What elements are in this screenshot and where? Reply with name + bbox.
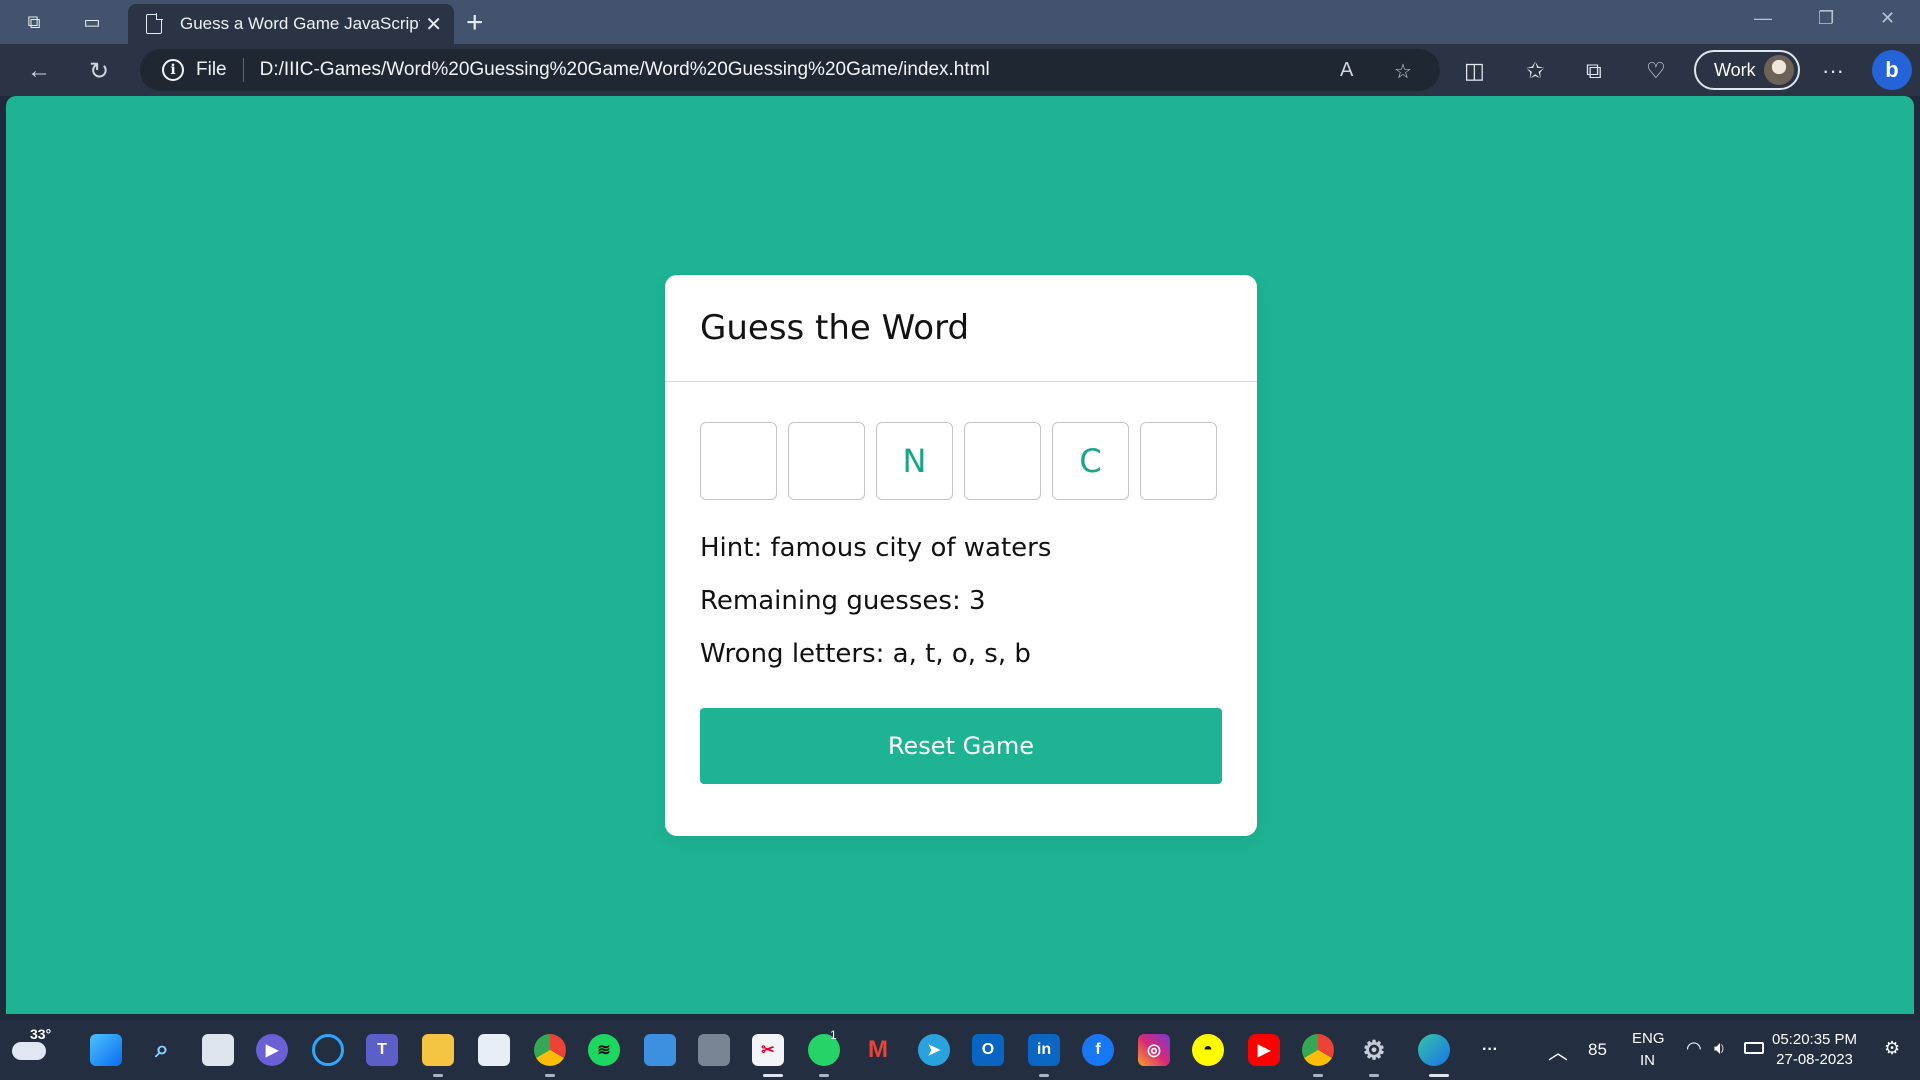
navigation-bar: ← ↻ i File D:/IIIC-Games/Word%20Guessing…: [0, 44, 1920, 96]
divider: [242, 58, 244, 82]
close-window-icon[interactable]: ✕: [1880, 8, 1895, 29]
linkedin-icon[interactable]: in: [1028, 1034, 1060, 1066]
teams-icon[interactable]: T: [366, 1034, 398, 1066]
wrong-letters-text: Wrong letters: a, t, o, s, b: [700, 639, 1031, 669]
collections-icon[interactable]: ⧉: [1586, 58, 1602, 84]
instagram-icon[interactable]: ◎: [1138, 1034, 1170, 1066]
avatar: [1764, 55, 1794, 85]
letter-box[interactable]: [964, 422, 1041, 500]
running-indicator: [819, 1074, 829, 1077]
hint-text: Hint: famous city of waters: [700, 533, 1052, 563]
running-indicator: [763, 1074, 783, 1077]
read-aloud-icon[interactable]: A: [1340, 59, 1353, 82]
snipping-tool-icon[interactable]: ✂: [752, 1034, 784, 1066]
tab-title: Guess a Word Game JavaScript |: [180, 14, 420, 33]
running-indicator: [1369, 1074, 1379, 1077]
spotify-icon[interactable]: ≋: [588, 1034, 620, 1066]
weather-widget[interactable]: 33°: [12, 1026, 51, 1060]
tab-actions-icon[interactable]: ▭: [78, 8, 106, 36]
language-top[interactable]: ENG: [1632, 1030, 1665, 1047]
back-icon[interactable]: ←: [24, 56, 54, 86]
split-screen-icon[interactable]: ◫: [1464, 58, 1485, 84]
wifi-icon[interactable]: ◠: [1686, 1038, 1702, 1059]
whatsapp-badge: 1: [830, 1028, 837, 1042]
running-indicator: [1039, 1074, 1049, 1077]
cloud-icon: [12, 1042, 46, 1060]
letter-box[interactable]: C: [1052, 422, 1129, 500]
clock[interactable]: 05:20:35 PM 27-08-2023: [1772, 1030, 1857, 1070]
letter-box[interactable]: [1140, 422, 1217, 500]
info-icon[interactable]: i: [162, 59, 184, 81]
file-explorer-icon[interactable]: [422, 1034, 454, 1066]
gmail-icon[interactable]: M: [862, 1034, 894, 1066]
clock-time: 05:20:35 PM: [1772, 1031, 1858, 1048]
cortana-icon[interactable]: [312, 1034, 344, 1066]
title-bar: ⧉ ▭ Guess a Word Game JavaScript | ✕ + —…: [0, 0, 1920, 44]
search-icon[interactable]: ⌕: [146, 1034, 178, 1066]
telegram-icon[interactable]: ➤: [918, 1034, 950, 1066]
running-indicator: [1313, 1074, 1323, 1077]
more-apps-icon[interactable]: ···: [1474, 1034, 1506, 1066]
close-tab-icon[interactable]: ✕: [425, 12, 442, 37]
bing-copilot-icon[interactable]: b: [1872, 50, 1912, 90]
profile-label: Work: [1714, 59, 1756, 80]
volume-icon[interactable]: 🔉︎: [1714, 1038, 1725, 1059]
browser-essentials-icon[interactable]: ♡: [1646, 58, 1666, 84]
weather-temp: 33°: [30, 1026, 52, 1042]
letter-box[interactable]: [788, 422, 865, 500]
running-indicator: [1429, 1074, 1449, 1077]
settings-icon[interactable]: ⚙: [1358, 1034, 1390, 1066]
url-text[interactable]: D:/IIIC-Games/Word%20Guessing%20Game/Wor…: [260, 59, 990, 81]
running-indicator: [433, 1074, 443, 1077]
snapchat-icon[interactable]: ◓: [1192, 1034, 1224, 1066]
notifications-icon[interactable]: ⚙: [1884, 1038, 1900, 1059]
clock-date: 27-08-2023: [1776, 1051, 1853, 1068]
restore-icon[interactable]: ❐: [1818, 8, 1834, 29]
show-hidden-icons[interactable]: ︿: [1548, 1036, 1568, 1065]
profile-button[interactable]: Work: [1694, 50, 1800, 90]
task-view-icon[interactable]: [202, 1034, 234, 1066]
chrome-profile-icon[interactable]: [1302, 1034, 1334, 1066]
calculator-icon[interactable]: [698, 1034, 730, 1066]
outlook-icon[interactable]: O: [972, 1034, 1004, 1066]
more-options-icon[interactable]: ···: [1822, 58, 1844, 84]
workspaces-icon[interactable]: ⧉: [20, 8, 48, 36]
page-icon: [146, 13, 163, 34]
page-viewport: Guess the Word N C Hint: famous city of …: [6, 96, 1914, 1014]
new-tab-icon[interactable]: +: [466, 6, 484, 40]
store-icon[interactable]: [478, 1034, 510, 1066]
running-indicator: [545, 1074, 555, 1077]
favorite-star-icon[interactable]: ☆: [1394, 59, 1412, 84]
language-bottom[interactable]: IN: [1640, 1052, 1655, 1069]
youtube-icon[interactable]: ▶: [1248, 1034, 1280, 1066]
letter-boxes: N C: [700, 422, 1217, 500]
battery-percent: 85: [1588, 1040, 1607, 1059]
remaining-guesses-text: Remaining guesses: 3: [700, 586, 986, 616]
letter-box[interactable]: N: [876, 422, 953, 500]
address-bar[interactable]: i File D:/IIIC-Games/Word%20Guessing%20G…: [140, 49, 1440, 91]
edge-icon[interactable]: [1418, 1034, 1450, 1066]
page-title: Guess the Word: [700, 308, 970, 348]
refresh-icon[interactable]: ↻: [84, 56, 114, 86]
letter-box[interactable]: [700, 422, 777, 500]
facebook-icon[interactable]: f: [1082, 1034, 1114, 1066]
battery-icon[interactable]: [1744, 1042, 1764, 1054]
notepad-icon[interactable]: [644, 1034, 676, 1066]
taskbar: 33° ⌕ ▶ T ≋ ✂ 1 M ➤ O in f ◎ ◓ ▶ ⚙ ··· ︿…: [0, 1020, 1920, 1080]
tab-active[interactable]: Guess a Word Game JavaScript | ✕: [128, 4, 454, 44]
card-header: Guess the Word: [665, 275, 1257, 382]
file-label: File: [196, 59, 227, 80]
windows-start-icon[interactable]: [90, 1034, 122, 1066]
minimize-icon[interactable]: —: [1754, 8, 1772, 29]
chat-icon[interactable]: ▶: [256, 1034, 288, 1066]
chrome-icon[interactable]: [534, 1034, 566, 1066]
game-card: Guess the Word N C Hint: famous city of …: [665, 275, 1257, 836]
reset-game-button[interactable]: Reset Game: [700, 708, 1222, 784]
favorites-icon[interactable]: ✩: [1526, 58, 1544, 84]
